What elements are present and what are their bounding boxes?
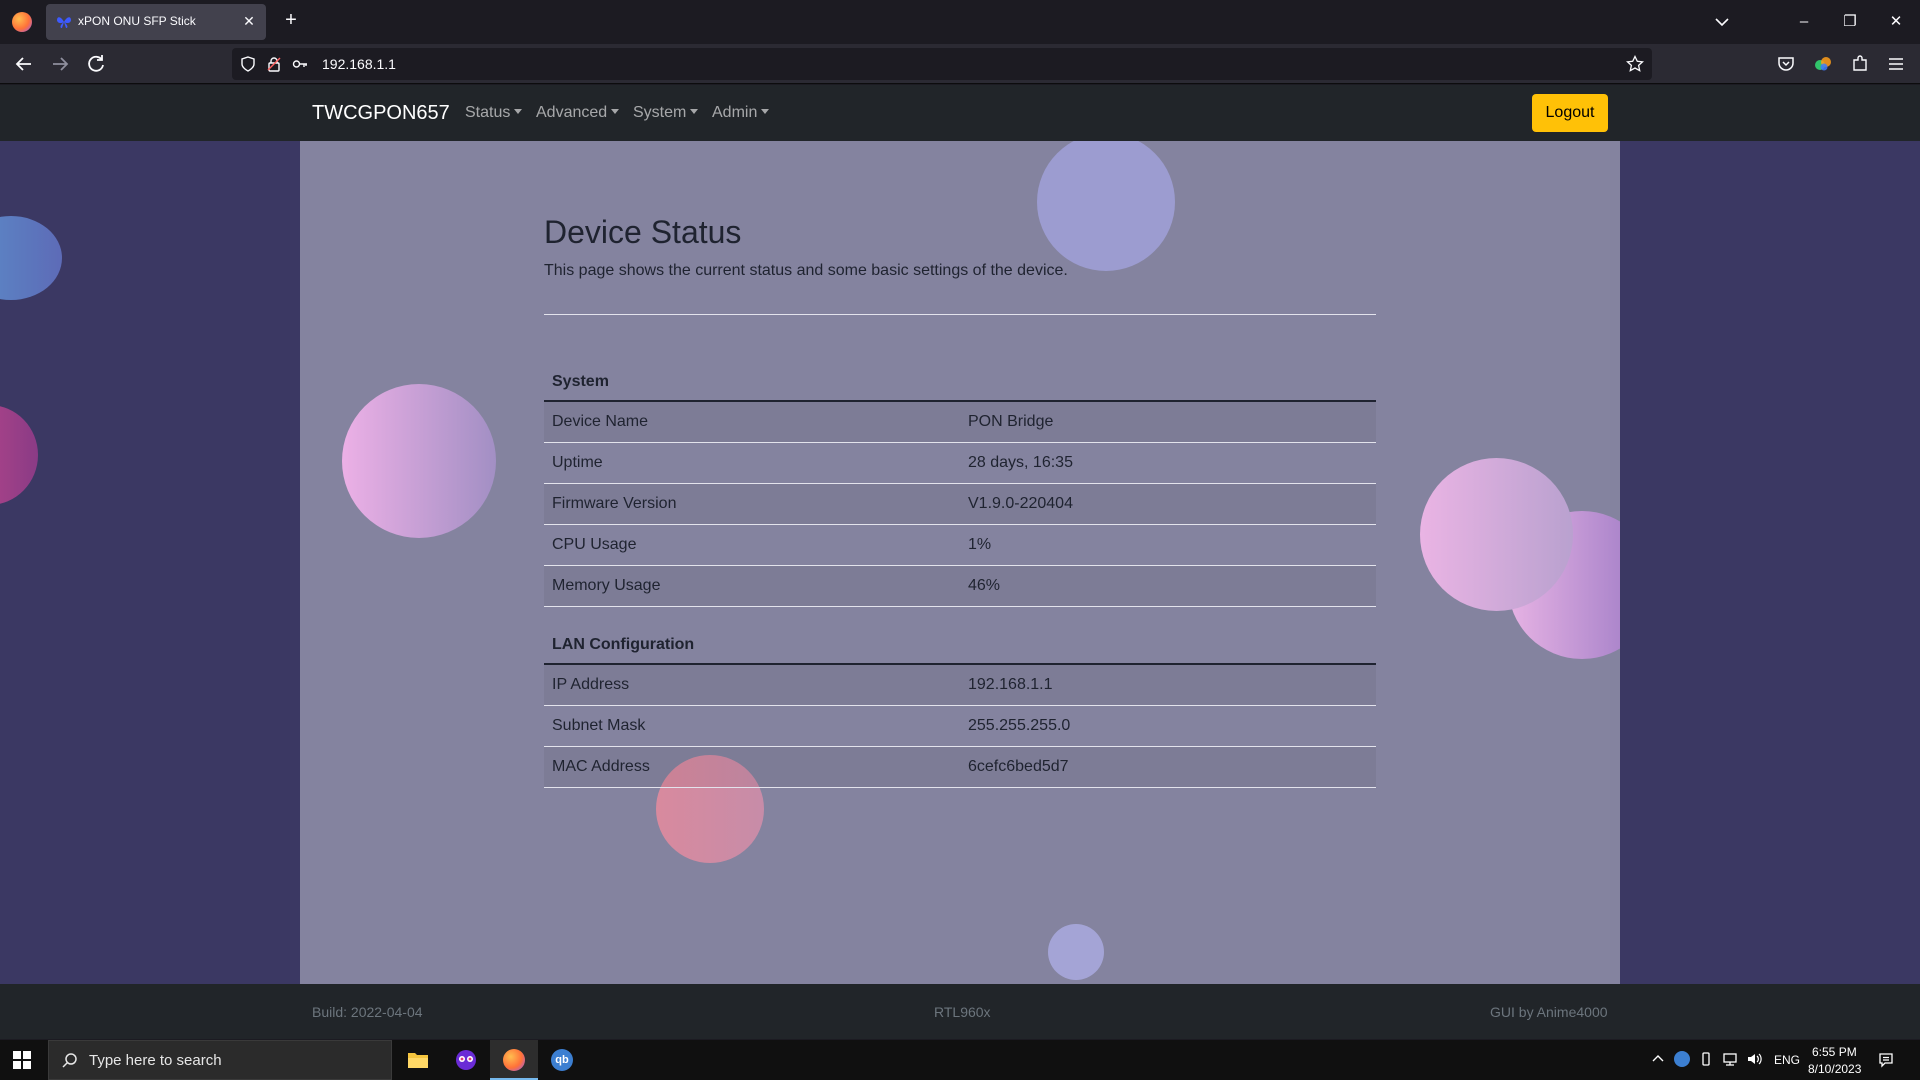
insecure-lock-icon[interactable] — [266, 56, 282, 72]
row-key: Memory Usage — [544, 565, 960, 607]
row-value: PON Bridge — [960, 401, 1376, 443]
row-key: Subnet Mask — [544, 705, 960, 747]
media-app-icon[interactable] — [442, 1040, 490, 1080]
section-heading-system: System — [544, 363, 1376, 402]
extensions-puzzle-icon[interactable] — [1850, 54, 1870, 74]
shield-icon[interactable] — [240, 56, 256, 72]
pocket-icon[interactable] — [1776, 54, 1796, 74]
url-text: 192.168.1.1 — [322, 56, 396, 72]
reload-icon[interactable] — [84, 52, 108, 76]
table-row: Memory Usage 46% — [544, 565, 1376, 607]
browser-toolbar: 192.168.1.1 — [0, 44, 1920, 84]
row-key: Device Name — [544, 401, 960, 443]
row-value: 6cefc6bed5d7 — [960, 746, 1376, 788]
system-status-table: System Device Name PON Bridge Uptime 28 … — [544, 363, 1376, 607]
bookmark-star-icon[interactable] — [1626, 55, 1644, 73]
clock-time[interactable]: 6:55 PM — [1812, 1045, 1857, 1059]
page-description: This page shows the current status and s… — [544, 262, 1068, 279]
menu-system[interactable]: System — [633, 104, 698, 122]
table-row: Firmware Version V1.9.0-220404 — [544, 483, 1376, 525]
row-key: Uptime — [544, 442, 960, 484]
tray-app-icon[interactable] — [1674, 1051, 1690, 1067]
decorative-bubble — [1420, 458, 1573, 611]
row-value: 46% — [960, 565, 1376, 607]
tab-list-chevron-icon[interactable] — [1712, 12, 1732, 32]
table-row: IP Address 192.168.1.1 — [544, 664, 1376, 706]
app-navbar: TWCGPON657 Status Advanced System Admin … — [0, 85, 1920, 141]
decorative-bubble — [1037, 141, 1175, 271]
restore-icon[interactable]: ❐ — [1838, 10, 1862, 34]
browser-tab-strip: xPON ONU SFP Stick ✕ + – ❐ ✕ — [0, 0, 1920, 44]
search-icon — [62, 1053, 77, 1068]
menu-advanced[interactable]: Advanced — [536, 104, 619, 122]
firefox-taskbar-icon[interactable] — [490, 1040, 538, 1080]
row-value: 192.168.1.1 — [960, 664, 1376, 706]
new-tab-icon[interactable]: + — [280, 10, 302, 32]
row-value: 1% — [960, 524, 1376, 566]
section-heading-lan: LAN Configuration — [544, 626, 1376, 665]
windows-start-icon[interactable] — [12, 1050, 32, 1070]
browser-tab[interactable]: xPON ONU SFP Stick ✕ — [46, 4, 266, 40]
close-window-icon[interactable]: ✕ — [1884, 10, 1908, 34]
row-value: 28 days, 16:35 — [960, 442, 1376, 484]
search-placeholder: Type here to search — [89, 1052, 222, 1069]
butterfly-favicon-icon — [57, 17, 71, 28]
row-key: Firmware Version — [544, 483, 960, 525]
build-info: Build: 2022-04-04 — [312, 1004, 423, 1020]
table-row: MAC Address 6cefc6bed5d7 — [544, 746, 1376, 788]
forward-icon[interactable] — [48, 52, 72, 76]
tab-title: xPON ONU SFP Stick — [78, 14, 196, 28]
main-content: Device Status This page shows the curren… — [300, 141, 1620, 984]
menu-hamburger-icon[interactable] — [1886, 54, 1906, 74]
brand-title[interactable]: TWCGPON657 — [312, 102, 450, 125]
credit-info: GUI by Anime4000 — [1490, 1004, 1608, 1020]
table-row: Device Name PON Bridge — [544, 401, 1376, 443]
windows-taskbar: Type here to search qb ENG 6:55 PM 8/10/… — [0, 1040, 1920, 1080]
row-key: IP Address — [544, 664, 960, 706]
table-row: Subnet Mask 255.255.255.0 — [544, 705, 1376, 747]
taskbar-search[interactable]: Type here to search — [48, 1040, 392, 1080]
decorative-bubble — [1048, 924, 1104, 980]
file-explorer-icon[interactable] — [394, 1040, 442, 1080]
network-icon[interactable] — [1722, 1051, 1738, 1067]
row-key: MAC Address — [544, 746, 960, 788]
notification-icon[interactable] — [1878, 1052, 1894, 1068]
menu-admin[interactable]: Admin — [712, 104, 769, 122]
lan-config-table: LAN Configuration IP Address 192.168.1.1… — [544, 626, 1376, 788]
extension-colorful-icon[interactable] — [1813, 54, 1833, 74]
menu-status[interactable]: Status — [465, 104, 522, 122]
row-key: CPU Usage — [544, 524, 960, 566]
tab-close-icon[interactable]: ✕ — [240, 12, 258, 30]
decorative-bubble — [342, 384, 496, 538]
chip-info: RTL960x — [934, 1004, 991, 1020]
divider — [544, 314, 1376, 315]
decorative-bubble — [0, 405, 38, 505]
tray-overflow-chevron-icon[interactable] — [1650, 1051, 1666, 1067]
back-icon[interactable] — [12, 52, 36, 76]
url-bar[interactable]: 192.168.1.1 — [232, 48, 1652, 80]
table-row: CPU Usage 1% — [544, 524, 1376, 566]
row-value: V1.9.0-220404 — [960, 483, 1376, 525]
app-footer: Build: 2022-04-04 RTL960x GUI by Anime40… — [0, 984, 1920, 1039]
table-row: Uptime 28 days, 16:35 — [544, 442, 1376, 484]
page-title: Device Status — [544, 214, 742, 250]
firefox-icon[interactable] — [12, 12, 32, 32]
usb-device-icon[interactable] — [1698, 1051, 1714, 1067]
volume-icon[interactable] — [1746, 1051, 1762, 1067]
clock-date[interactable]: 8/10/2023 — [1808, 1062, 1861, 1076]
logout-button[interactable]: Logout — [1532, 94, 1608, 132]
qbittorrent-icon[interactable]: qb — [538, 1040, 586, 1080]
minimize-icon[interactable]: – — [1792, 10, 1816, 34]
decorative-bubble — [0, 216, 62, 300]
web-page: TWCGPON657 Status Advanced System Admin … — [0, 85, 1920, 1039]
row-value: 255.255.255.0 — [960, 705, 1376, 747]
language-indicator[interactable]: ENG — [1774, 1053, 1800, 1067]
key-icon[interactable] — [292, 56, 308, 72]
